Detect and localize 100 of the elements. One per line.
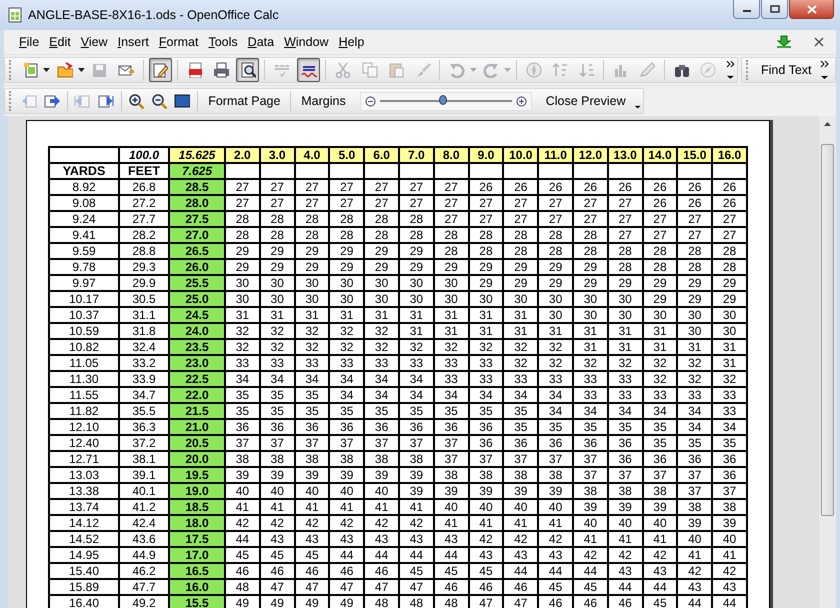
margins-button[interactable]: Margins — [296, 92, 351, 110]
pencil-document-button[interactable] — [148, 58, 172, 82]
zoom-in-small-icon[interactable] — [516, 96, 527, 106]
table-cell: 46 — [329, 563, 364, 579]
table-cell: 35.5 — [119, 403, 169, 419]
table-cell: 30 — [677, 307, 712, 323]
table-cell: 10.17 — [49, 291, 119, 307]
table-cell: 33 — [712, 403, 747, 419]
sort-ascending-icon — [552, 62, 568, 78]
menu-item[interactable]: Help — [334, 35, 370, 49]
table-cell: 16.0 — [169, 579, 225, 595]
table-cell: 26.0 — [169, 259, 225, 275]
table-cell: 27 — [364, 179, 399, 195]
table-cell: 27 — [329, 195, 364, 211]
table-cell: 14.95 — [49, 547, 119, 563]
table-cell: 34.7 — [119, 387, 169, 403]
printer-icon — [213, 62, 230, 78]
table-cell: 28 — [503, 243, 538, 259]
table-cell: 37 — [538, 451, 573, 467]
zoom-slider[interactable] — [360, 92, 532, 110]
table-cell: 10.59 — [49, 323, 119, 339]
table-cell: 30 — [329, 275, 364, 291]
table-cell: 29 — [503, 259, 538, 275]
vertical-scrollbar[interactable] — [818, 116, 836, 608]
restore-button[interactable] — [761, 0, 788, 19]
zoom-thumb[interactable] — [439, 95, 448, 105]
menu-item[interactable]: Insert — [112, 35, 154, 49]
close-document-icon[interactable] — [814, 37, 824, 47]
dropdown-arrow-icon[interactable] — [78, 68, 85, 72]
close-preview-button[interactable]: Close Preview — [540, 92, 631, 110]
table-cell: 8.92 — [49, 179, 119, 195]
table-cell: 42 — [364, 515, 399, 531]
table-cell: 27.7 — [119, 211, 169, 227]
first-page-icon — [74, 93, 90, 109]
table-cell: 38 — [503, 467, 538, 483]
minimize-button[interactable] — [733, 0, 760, 19]
table-cell: 39 — [225, 467, 260, 483]
table-cell: 29 — [677, 275, 712, 291]
table-cell: 43 — [712, 579, 747, 595]
table-cell: 22.5 — [169, 371, 225, 387]
menu-item[interactable]: File — [14, 35, 44, 49]
magnifier-page-button[interactable] — [236, 58, 260, 82]
table-cell: 26.8 — [119, 179, 169, 195]
menu-item[interactable]: Format — [154, 35, 204, 49]
table-cell: 27 — [677, 211, 712, 227]
table-cell: 40 — [503, 499, 538, 515]
menu-item[interactable]: Window — [279, 35, 334, 49]
table-cell: 27.5 — [169, 211, 225, 227]
table-cell: 9.08 — [49, 195, 119, 211]
table-cell: 24.5 — [169, 307, 225, 323]
table-cell: 34 — [503, 387, 538, 403]
table-cell: 37 — [329, 435, 364, 451]
table-cell: 18.0 — [169, 515, 225, 531]
menu-item[interactable]: View — [76, 35, 113, 49]
table-cell: 17.0 — [169, 547, 225, 563]
table-cell: 23.0 — [169, 355, 225, 371]
table-cell: 35 — [677, 435, 712, 451]
table-cell: 28 — [677, 243, 712, 259]
table-cell: 38 — [364, 451, 399, 467]
table-cell: 40 — [712, 531, 747, 547]
table-cell: 28 — [538, 227, 573, 243]
table-cell: 9.97 — [49, 275, 119, 291]
table-cell: 31.8 — [119, 323, 169, 339]
scroll-thumb[interactable] — [821, 144, 834, 516]
table-cell: 26 — [712, 195, 747, 211]
dropdown-arrow-icon[interactable] — [43, 68, 50, 72]
table-cell: 35 — [503, 419, 538, 435]
zoom-out-small-icon[interactable] — [364, 96, 376, 106]
spellcheck-wave-button[interactable] — [296, 58, 320, 82]
table-cell: 42 — [538, 531, 573, 547]
download-arrow-icon[interactable] — [776, 35, 792, 49]
table-cell: 37 — [364, 435, 399, 451]
table-cell: 28 — [503, 227, 538, 243]
table-cell: 36 — [364, 419, 399, 435]
table-cell: 33.9 — [119, 371, 169, 387]
menu-item[interactable]: Edit — [44, 35, 76, 49]
table-cell: 47.7 — [119, 579, 169, 595]
table-cell: 37 — [503, 451, 538, 467]
table-cell: 44 — [503, 563, 538, 579]
table-cell: 26 — [677, 179, 712, 195]
column-header: 12.0 — [572, 147, 608, 163]
menu-item[interactable]: Tools — [203, 35, 243, 49]
find-text-button[interactable]: Find Text — [756, 61, 816, 79]
table-cell: 29.9 — [119, 275, 169, 291]
table-cell: 29 — [364, 259, 399, 275]
table-cell: 39 — [712, 515, 747, 531]
chevron-icon[interactable] — [820, 58, 828, 82]
format-page-button[interactable]: Format Page — [203, 92, 286, 110]
close-button[interactable] — [789, 0, 834, 19]
full-screen-icon — [174, 93, 190, 109]
table-cell: 48 — [364, 595, 399, 608]
table-cell: 34 — [364, 371, 399, 387]
column-header: 6.0 — [364, 147, 399, 163]
menu-item[interactable]: Data — [242, 35, 280, 49]
table-cell: 37 — [225, 435, 260, 451]
table-cell: 33.2 — [119, 355, 169, 371]
table-cell: 29 — [503, 275, 538, 291]
table-cell: 27 — [503, 195, 538, 211]
table-cell: 46 — [364, 563, 399, 579]
table-cell: 44 — [329, 547, 364, 563]
